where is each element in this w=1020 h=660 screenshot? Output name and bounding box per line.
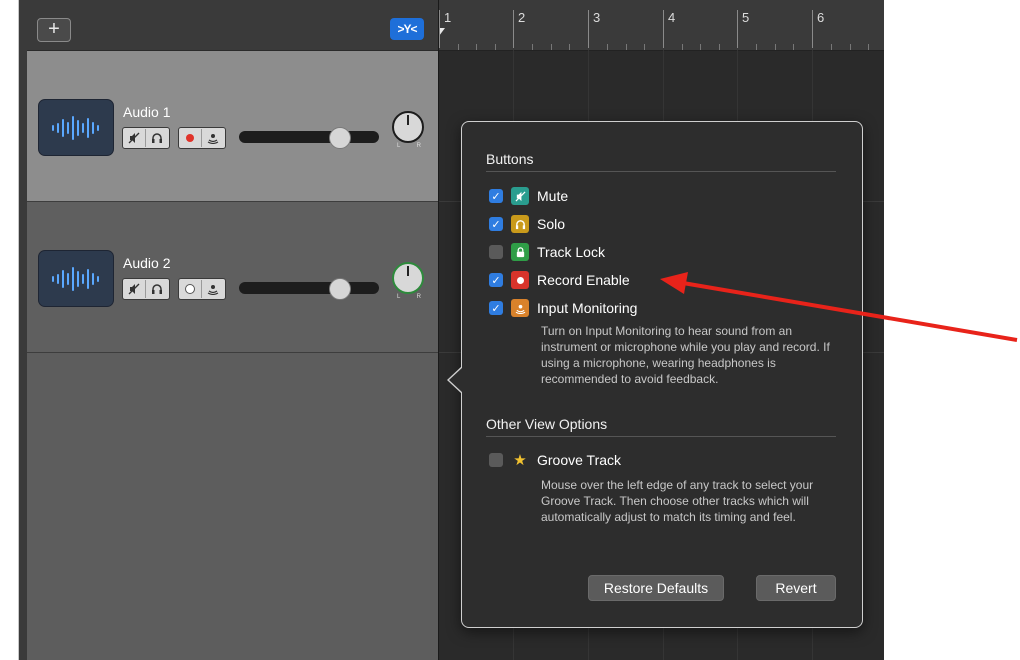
track-solo-button[interactable] bbox=[145, 129, 168, 147]
option-label: Record Enable bbox=[537, 272, 630, 288]
track-record-enable-button[interactable] bbox=[179, 280, 201, 298]
track-name[interactable]: Audio 1 bbox=[123, 104, 170, 120]
mute-solo-group bbox=[122, 278, 170, 300]
record-monitor-group bbox=[178, 127, 226, 149]
add-track-button[interactable]: + bbox=[37, 18, 71, 42]
ruler-bar-number: 3 bbox=[588, 10, 600, 48]
mute-icon bbox=[511, 187, 529, 205]
pan-left-label: L bbox=[397, 294, 401, 300]
pan-knob[interactable] bbox=[392, 111, 424, 143]
record-icon bbox=[186, 134, 194, 142]
track-input-monitor-button[interactable] bbox=[201, 280, 224, 298]
track-header-filter-button[interactable]: >Y< bbox=[390, 18, 424, 40]
option-groove-track[interactable]: ★ Groove Track bbox=[489, 450, 621, 470]
pan-knob-scale: L R bbox=[397, 143, 421, 149]
option-label: Mute bbox=[537, 188, 569, 204]
track-lock-checkbox[interactable] bbox=[489, 245, 503, 259]
option-label: Track Lock bbox=[537, 244, 605, 260]
track-record-enable-button[interactable] bbox=[179, 129, 201, 147]
track-solo-button[interactable] bbox=[145, 280, 168, 298]
pan-knob[interactable] bbox=[392, 262, 424, 294]
option-label: Groove Track bbox=[537, 452, 622, 468]
section-divider bbox=[486, 436, 836, 437]
record-icon bbox=[185, 284, 195, 294]
volume-slider-thumb[interactable] bbox=[329, 127, 351, 149]
track-mute-button[interactable] bbox=[123, 129, 145, 147]
audio-waveform-icon bbox=[38, 99, 114, 156]
pan-knob-scale: L R bbox=[397, 294, 421, 300]
headphones-icon bbox=[152, 133, 162, 143]
headphones-icon bbox=[152, 284, 162, 294]
groove-track-checkbox[interactable] bbox=[489, 453, 503, 467]
input-monitoring-checkbox[interactable]: ✓ bbox=[489, 301, 503, 315]
audio-waveform-icon bbox=[38, 250, 114, 307]
record-monitor-group bbox=[178, 278, 226, 300]
pan-left-label: L bbox=[397, 143, 401, 149]
other-view-options-title: Other View Options bbox=[486, 416, 608, 432]
ruler-bar-number: 1 bbox=[439, 10, 451, 48]
pan-right-label: R bbox=[416, 294, 421, 300]
volume-slider-thumb[interactable] bbox=[329, 278, 351, 300]
track-header-column: + >Y< Audio 1 L R Audio 2 L R bbox=[27, 0, 438, 660]
solo-checkbox[interactable]: ✓ bbox=[489, 217, 503, 231]
timeline-ruler[interactable]: 1 2 3 4 5 6 bbox=[439, 0, 884, 51]
option-label: Solo bbox=[537, 216, 566, 232]
track-mute-button[interactable] bbox=[123, 280, 145, 298]
ruler-bar-number: 4 bbox=[663, 10, 675, 48]
track-header-toolbar: + >Y< bbox=[27, 0, 438, 51]
groove-track-description: Mouse over the left edge of any track to… bbox=[541, 478, 814, 524]
mute-checkbox[interactable]: ✓ bbox=[489, 189, 503, 203]
track-row-audio-2[interactable]: Audio 2 L R bbox=[27, 202, 438, 353]
buttons-section-title: Buttons bbox=[486, 151, 534, 167]
input-monitoring-description: Turn on Input Monitoring to hear sound f… bbox=[541, 324, 830, 386]
star-icon: ★ bbox=[513, 452, 527, 469]
input-monitor-icon bbox=[207, 285, 219, 295]
option-mute[interactable]: ✓ Mute bbox=[489, 186, 568, 206]
track-header-options-popover: Buttons ✓ Mute ✓ Solo Track Lock ✓ Recor… bbox=[447, 121, 863, 628]
input-monitor-icon bbox=[207, 134, 219, 144]
option-track-lock[interactable]: Track Lock bbox=[489, 242, 605, 262]
headphones-icon bbox=[511, 215, 529, 233]
track-volume-slider[interactable] bbox=[239, 127, 379, 149]
mute-icon bbox=[128, 132, 140, 144]
track-input-monitor-button[interactable] bbox=[201, 129, 224, 147]
ruler-bar-number: 6 bbox=[812, 10, 824, 48]
track-volume-slider[interactable] bbox=[239, 278, 379, 300]
track-row-audio-1[interactable]: Audio 1 L R bbox=[27, 51, 438, 202]
revert-button[interactable]: Revert bbox=[756, 575, 836, 601]
input-monitor-icon bbox=[511, 299, 529, 317]
record-enable-checkbox[interactable]: ✓ bbox=[489, 273, 503, 287]
section-divider bbox=[486, 171, 836, 172]
option-record-enable[interactable]: ✓ Record Enable bbox=[489, 270, 630, 290]
restore-defaults-button[interactable]: Restore Defaults bbox=[588, 575, 724, 601]
option-label: Input Monitoring bbox=[537, 300, 638, 316]
record-icon bbox=[511, 271, 529, 289]
option-input-monitoring[interactable]: ✓ Input Monitoring bbox=[489, 298, 637, 318]
ruler-bar-number: 5 bbox=[737, 10, 749, 48]
option-solo[interactable]: ✓ Solo bbox=[489, 214, 565, 234]
mute-icon bbox=[128, 283, 140, 295]
ruler-bar-number: 2 bbox=[513, 10, 525, 48]
pan-right-label: R bbox=[416, 143, 421, 149]
track-name[interactable]: Audio 2 bbox=[123, 255, 170, 271]
lock-icon bbox=[511, 243, 529, 261]
mute-solo-group bbox=[122, 127, 170, 149]
